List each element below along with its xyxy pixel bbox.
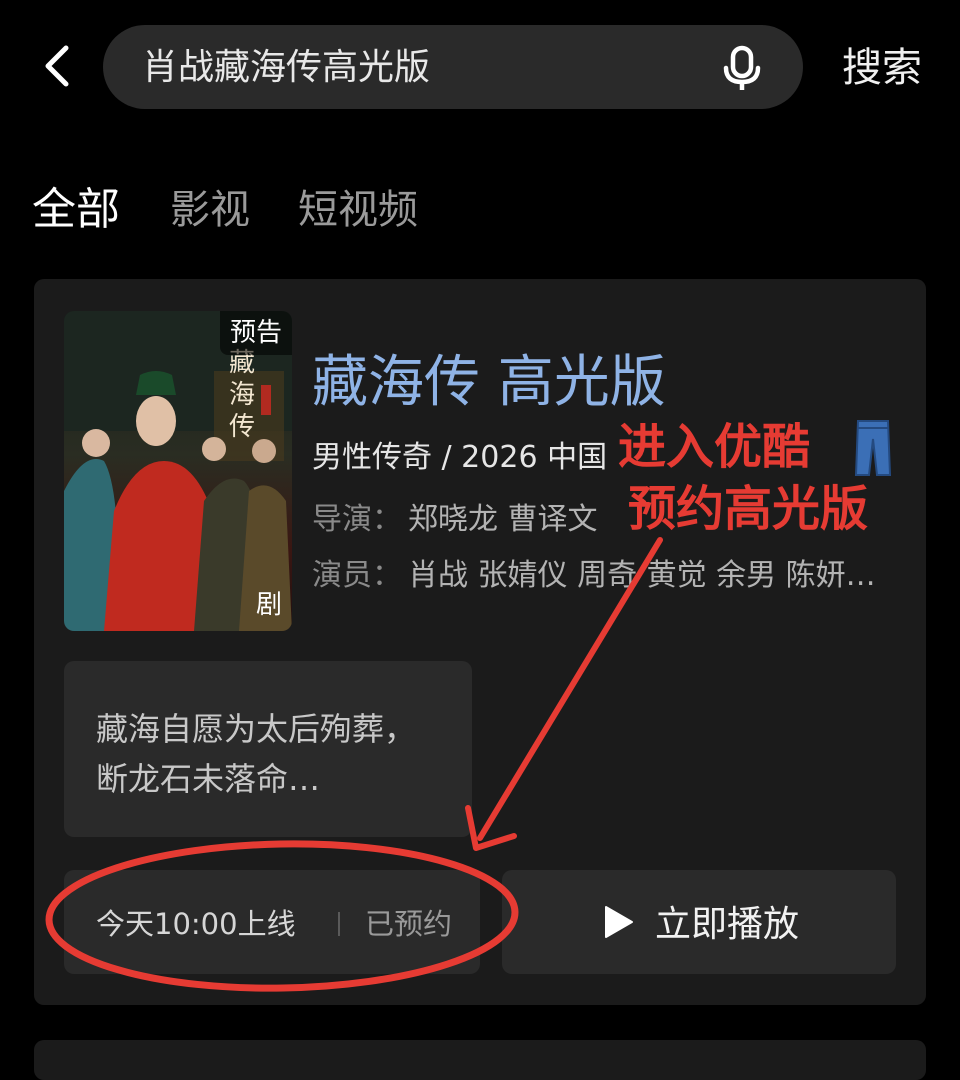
- trailer-badge: 预告: [219, 311, 292, 355]
- director-label: 导演：: [312, 502, 402, 537]
- show-poster[interactable]: 藏 海 传 预告 剧: [64, 311, 292, 631]
- jeans-icon: [854, 420, 892, 476]
- next-result-card[interactable]: [34, 1040, 926, 1080]
- cast-names: 肖战 张婧仪 周奇 黄觉 余男 陈妍…: [408, 558, 876, 593]
- release-time: 今天10:00上线: [96, 907, 296, 941]
- divider: [338, 912, 340, 936]
- annotation-text-line1: 进入优酷: [618, 419, 811, 475]
- back-button[interactable]: [36, 44, 80, 88]
- cast-label: 演员：: [312, 558, 402, 593]
- genre-year-region: 男性传奇 / 2026 中国: [312, 440, 608, 475]
- chevron-left-icon: [45, 45, 69, 87]
- annotation-text-line2: 预约高光版: [628, 481, 869, 537]
- synopsis-text: 藏海自愿为太后殉葬，断龙石未落命…: [96, 710, 417, 798]
- poster-artwork: 藏 海 传: [64, 311, 292, 631]
- microphone-icon: [723, 45, 761, 90]
- show-title[interactable]: 藏海传 高光版: [312, 348, 666, 418]
- svg-text:传: 传: [229, 412, 255, 442]
- search-button[interactable]: 搜索: [842, 44, 922, 92]
- tab-short-video[interactable]: 短视频: [298, 183, 418, 237]
- tab-film-tv[interactable]: 影视: [170, 183, 250, 237]
- play-now-label: 立即播放: [655, 904, 800, 945]
- svg-text:海: 海: [229, 380, 255, 410]
- tab-all[interactable]: 全部: [32, 183, 120, 237]
- series-label: 剧: [255, 590, 282, 620]
- voice-search-button[interactable]: [718, 44, 766, 92]
- play-icon: [605, 906, 633, 938]
- director-names: 郑晓龙 曹译文: [408, 502, 598, 537]
- reservation-status: 已预约: [365, 907, 453, 941]
- search-input[interactable]: 肖战藏海传高光版: [142, 46, 430, 90]
